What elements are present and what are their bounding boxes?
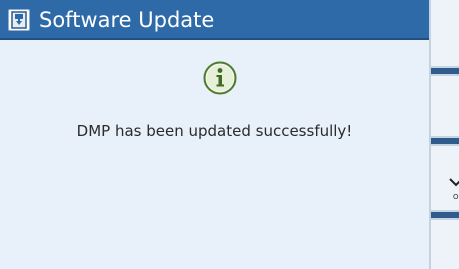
confirm-label: OK xyxy=(453,193,459,201)
info-icon xyxy=(203,61,237,95)
strip-divider-3 xyxy=(431,210,459,220)
strip-button-top[interactable] xyxy=(431,0,459,66)
software-update-icon xyxy=(8,9,30,31)
dialog-title-bar: Software Update xyxy=(0,0,429,40)
software-update-dialog: Software Update DMP has been updated suc… xyxy=(0,0,429,269)
strip-divider-2 xyxy=(431,136,459,146)
check-chevron-icon xyxy=(449,172,459,187)
right-button-strip: OK xyxy=(429,0,459,269)
strip-button-middle[interactable] xyxy=(431,76,459,136)
screen: Software Update DMP has been updated suc… xyxy=(0,0,459,269)
update-success-message: DMP has been updated successfully! xyxy=(76,122,353,140)
strip-divider-1 xyxy=(431,66,459,76)
strip-button-bottom[interactable] xyxy=(431,220,459,269)
dialog-title: Software Update xyxy=(39,8,215,32)
